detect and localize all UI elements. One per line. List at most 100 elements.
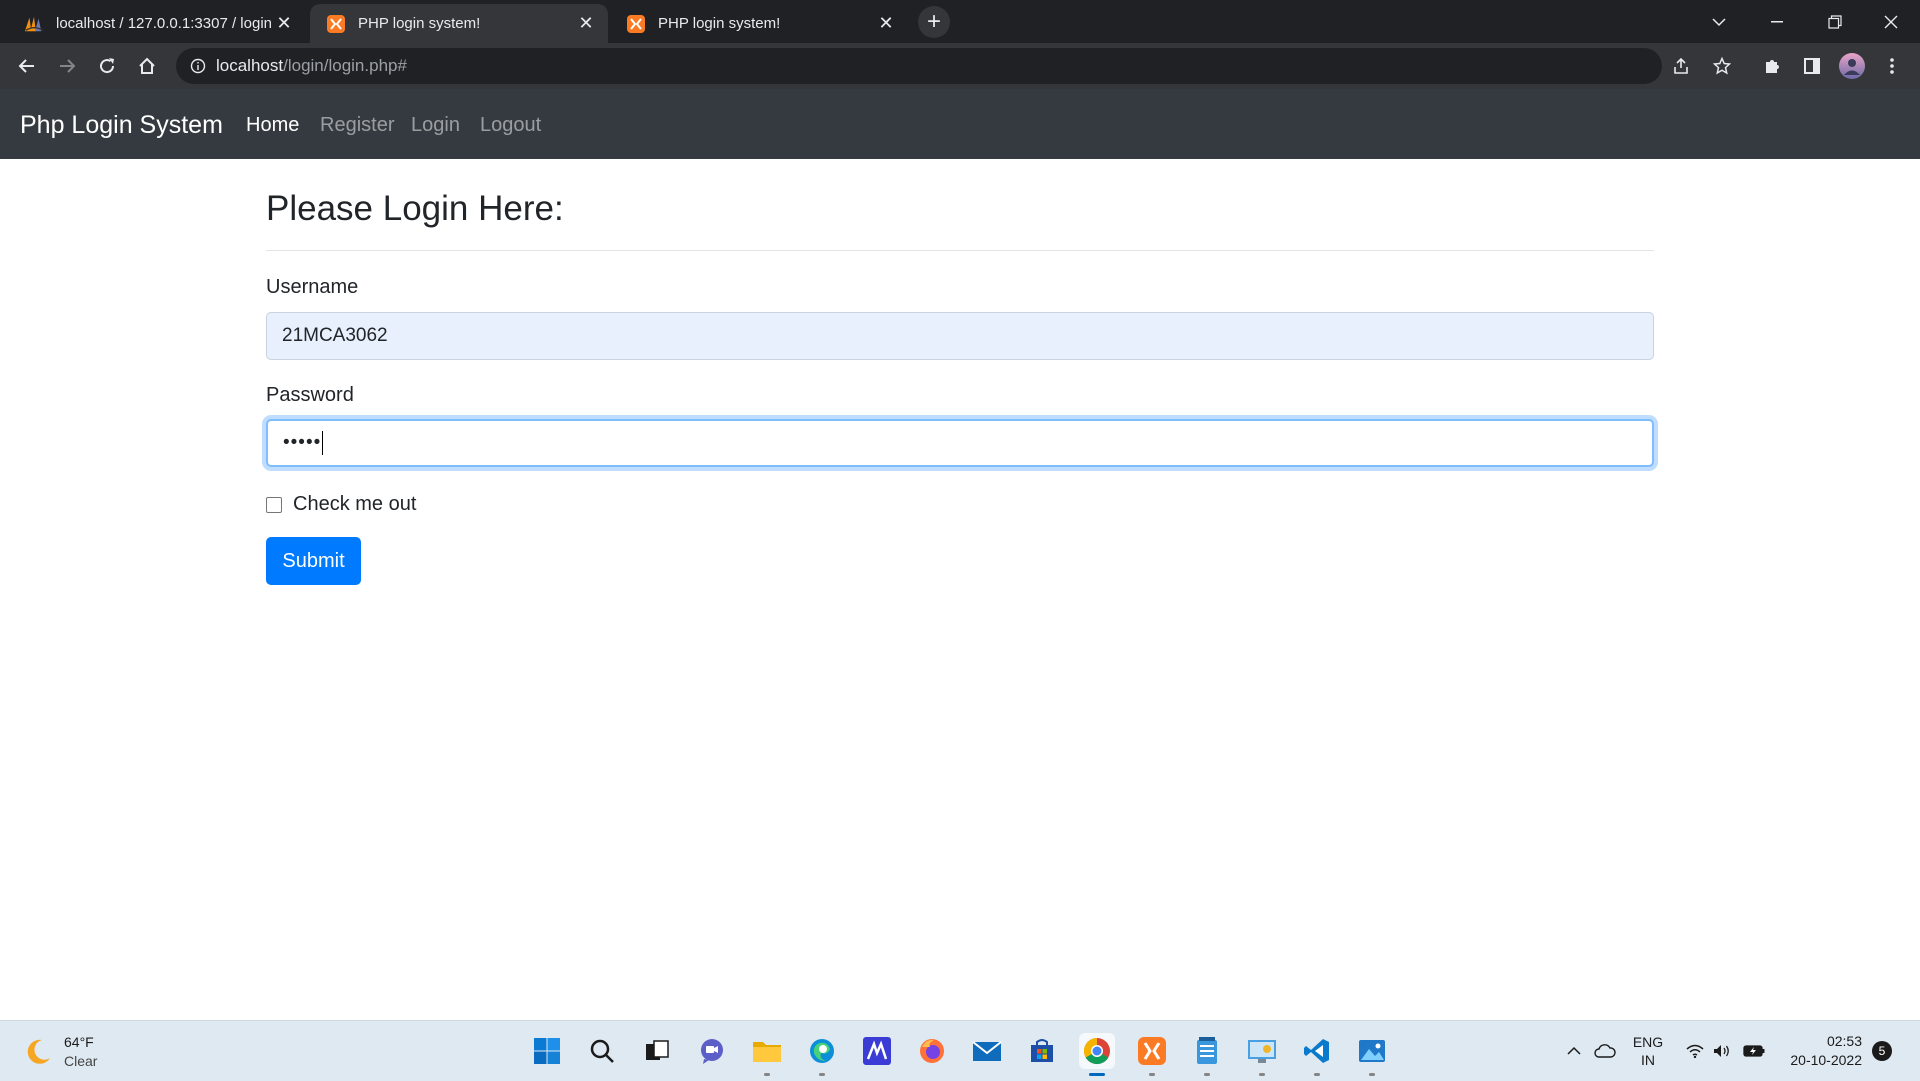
xampp-icon (626, 14, 646, 34)
taskbar-store[interactable] (1024, 1033, 1060, 1069)
nav-link-login[interactable]: Login (411, 114, 460, 137)
running-indicator (1369, 1073, 1375, 1076)
clock-time: 02:53 (1826, 1033, 1862, 1049)
notepad-icon (1197, 1037, 1217, 1064)
moon-icon (27, 1039, 50, 1064)
phpmyadmin-icon (24, 14, 44, 34)
show-hidden-icons-chevron-icon[interactable] (1564, 1021, 1584, 1081)
onedrive-cloud-icon[interactable] (1592, 1021, 1618, 1081)
share-icon[interactable] (1665, 50, 1697, 82)
page-title: Please Login Here: (266, 189, 564, 228)
profile-avatar[interactable] (1836, 50, 1868, 82)
lang-primary: ENG (1632, 1034, 1664, 1050)
clock-date: 20-10-2022 (1790, 1052, 1862, 1068)
bookmark-star-icon[interactable] (1706, 50, 1738, 82)
running-indicator (1089, 1073, 1105, 1076)
taskbar-edge[interactable] (804, 1033, 840, 1076)
xampp-icon (1138, 1037, 1166, 1065)
navbar-brand[interactable]: Php Login System (20, 111, 223, 140)
side-panel-icon[interactable] (1796, 50, 1828, 82)
close-window-button[interactable] (1862, 0, 1920, 43)
nav-link-logout[interactable]: Logout (480, 114, 541, 137)
extensions-puzzle-icon[interactable] (1756, 50, 1788, 82)
volume-icon[interactable] (1710, 1021, 1734, 1081)
firefox-icon (920, 1039, 944, 1063)
close-tab-icon[interactable]: ✕ (876, 13, 896, 34)
close-tab-icon[interactable]: ✕ (274, 13, 294, 34)
battery-icon[interactable] (1740, 1021, 1768, 1081)
taskbar-xampp[interactable] (1134, 1033, 1170, 1076)
task-view-icon (646, 1040, 669, 1060)
taskbar-photos[interactable] (1354, 1033, 1390, 1076)
site-navbar: Php Login System Home Register Login Log… (0, 89, 1920, 159)
start-button[interactable] (529, 1033, 565, 1069)
url-path: /login/login.php# (283, 56, 407, 75)
close-tab-icon[interactable]: ✕ (576, 13, 596, 34)
password-label: Password (266, 384, 354, 406)
taskbar-chrome[interactable] (1079, 1033, 1115, 1076)
taskbar-chat[interactable] (694, 1033, 730, 1069)
site-info-icon[interactable] (188, 56, 208, 76)
nav-link-home[interactable]: Home (246, 114, 299, 137)
running-indicator (1204, 1073, 1210, 1076)
text-caret (322, 431, 324, 455)
nav-link-register[interactable]: Register (320, 114, 394, 137)
lang-region: IN (1641, 1052, 1655, 1068)
weather-widget[interactable]: 64°F Clear (22, 1033, 97, 1071)
notification-count-badge[interactable]: 5 (1872, 1041, 1892, 1061)
control-panel-icon (1248, 1040, 1276, 1063)
edge-icon (810, 1039, 834, 1063)
check-me-out-checkbox[interactable] (266, 496, 282, 513)
restore-button[interactable] (1806, 0, 1864, 43)
running-indicator (1314, 1073, 1320, 1076)
home-button[interactable] (131, 50, 163, 82)
photos-icon (1359, 1040, 1385, 1062)
taskbar-file-explorer[interactable] (749, 1033, 785, 1076)
submit-button[interactable]: Submit (266, 537, 361, 585)
mathworks-icon (863, 1037, 891, 1065)
browser-tab-phpmyadmin[interactable]: localhost / 127.0.0.1:3307 / login ✕ (8, 4, 306, 43)
windows-taskbar: 64°F Clear ENG IN 02:53 20-10-2022 5 (0, 1020, 1920, 1081)
more-menu-icon[interactable] (1876, 50, 1908, 82)
taskbar-control-panel[interactable] (1244, 1033, 1280, 1076)
minimize-button[interactable] (1748, 0, 1806, 43)
windows-start-icon (534, 1038, 560, 1064)
forward-button[interactable] (51, 50, 83, 82)
wifi-icon[interactable] (1683, 1021, 1707, 1081)
url-host: localhost (216, 56, 284, 75)
taskbar-notepad[interactable] (1189, 1033, 1225, 1076)
taskbar-task-view[interactable] (639, 1033, 675, 1069)
weather-temp: 64°F (64, 1034, 94, 1050)
running-indicator (1259, 1073, 1265, 1076)
password-input[interactable]: ••••• (266, 419, 1654, 467)
taskbar-mail[interactable] (969, 1033, 1005, 1069)
divider (266, 250, 1654, 251)
language-indicator[interactable]: ENG IN (1630, 1021, 1666, 1081)
tab-title: PHP login system! (658, 15, 781, 32)
xampp-icon (326, 14, 346, 34)
tab-search-chevron-icon[interactable] (1690, 0, 1748, 43)
weather-condition: Clear (64, 1053, 98, 1069)
address-bar[interactable]: localhost/login/login.php# (176, 48, 1662, 84)
check-me-out-label[interactable]: Check me out (293, 493, 416, 516)
running-indicator (819, 1073, 825, 1076)
taskbar-search[interactable] (584, 1033, 620, 1069)
back-button[interactable] (11, 50, 43, 82)
browser-tab-login[interactable]: PHP login system! ✕ (610, 4, 908, 43)
taskbar-firefox[interactable] (914, 1033, 950, 1069)
taskbar-mathworks[interactable] (859, 1033, 895, 1069)
search-icon (590, 1039, 614, 1063)
reload-button[interactable] (91, 50, 123, 82)
browser-toolbar: localhost/login/login.php# (0, 43, 1920, 89)
taskbar-vscode[interactable] (1299, 1033, 1335, 1076)
tab-title: PHP login system! (358, 15, 481, 32)
browser-tab-login-active[interactable]: PHP login system! ✕ (310, 4, 608, 43)
folder-icon (753, 1042, 781, 1062)
new-tab-button[interactable]: + (918, 6, 950, 38)
store-icon (1031, 1039, 1053, 1062)
username-input[interactable]: 21MCA3062 (266, 312, 1654, 360)
check-me-out-row[interactable]: Check me out (266, 493, 416, 516)
vscode-icon (1304, 1039, 1329, 1063)
clock-widget[interactable]: 02:53 20-10-2022 (1778, 1021, 1862, 1081)
chat-icon (701, 1039, 723, 1064)
